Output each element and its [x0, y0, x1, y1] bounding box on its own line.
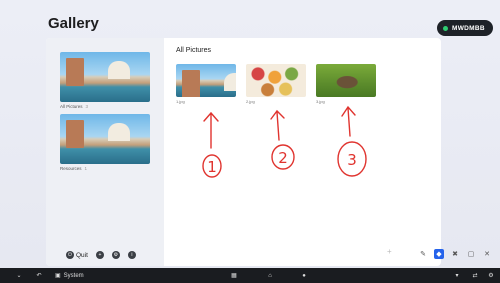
arrow-annotation-1 [203, 111, 219, 149]
annotation-number: 2 [278, 149, 288, 167]
chevron-down-icon[interactable]: ⌄ [14, 268, 24, 283]
arrow-annotation-3 [341, 105, 356, 137]
annotation-number: 3 [347, 151, 357, 169]
ink-annotations: 1 2 3 [202, 105, 367, 178]
arrow-annotation-2 [270, 109, 285, 141]
app-window: Gallery MWDMBB All Pictures 3 Resources … [0, 0, 500, 268]
wifi-icon[interactable]: ▾ [452, 268, 462, 283]
trash-icon[interactable]: ✖ [450, 249, 460, 259]
plus-icon[interactable]: + [387, 247, 392, 256]
drawing-toolbar: ✎ ◆ ✖ ▢ ✕ [418, 249, 492, 259]
taskbar: ⌄ ↶ ▣ System ▦ ⌂ ● ▾ ⇄ ⚙ [0, 268, 500, 283]
system-label: System [63, 272, 84, 279]
apps-icon[interactable]: ▦ [229, 268, 239, 283]
circle-icon[interactable]: ● [299, 268, 309, 283]
pen-icon[interactable]: ✎ [418, 249, 428, 259]
settings-icon[interactable]: ⚙ [486, 268, 496, 283]
system-icon: ▣ [55, 273, 61, 279]
transfer-icon[interactable]: ⇄ [470, 268, 480, 283]
annotation-number: 1 [207, 158, 217, 176]
back-icon[interactable]: ↶ [34, 268, 44, 283]
export-icon[interactable]: ▢ [466, 249, 476, 259]
eraser-icon[interactable]: ◆ [434, 249, 444, 259]
close-icon[interactable]: ✕ [482, 249, 492, 259]
system-button[interactable]: ▣ System [55, 268, 84, 283]
home-icon[interactable]: ⌂ [265, 268, 275, 283]
